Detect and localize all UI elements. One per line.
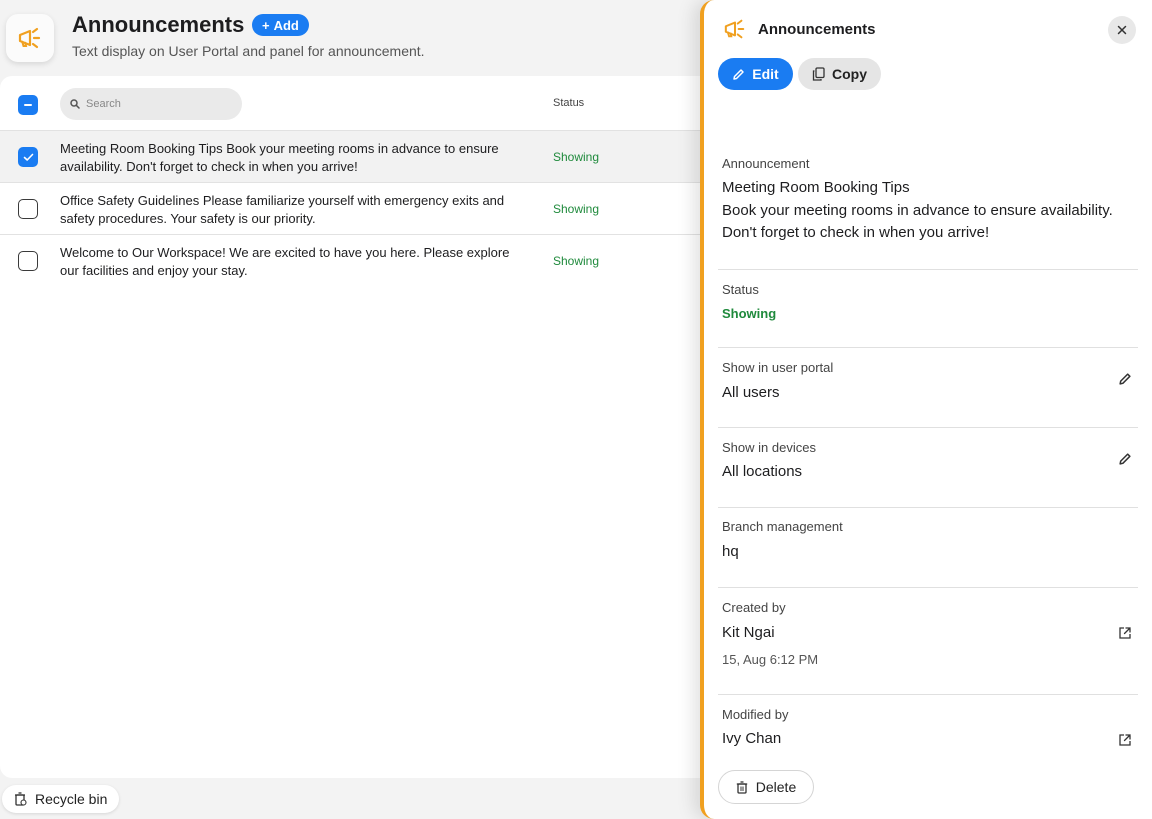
recycle-bin-button[interactable]: Recycle bin xyxy=(2,785,120,813)
recycle-bin-icon xyxy=(15,792,27,806)
copy-icon xyxy=(812,67,825,81)
table-row[interactable]: Welcome to Our Workspace! We are excited… xyxy=(0,235,720,287)
status-section: Status Showing xyxy=(718,270,1138,348)
pencil-icon xyxy=(1119,453,1131,465)
row-checkbox[interactable] xyxy=(18,199,38,219)
external-link-icon xyxy=(1119,627,1131,639)
check-icon xyxy=(23,153,33,161)
branch-value: hq xyxy=(722,543,739,560)
user-portal-section: Show in user portal All users xyxy=(718,348,1138,428)
search-input[interactable] xyxy=(86,98,226,110)
row-announcement-text: Meeting Room Booking Tips Book your meet… xyxy=(60,141,499,174)
page-subtitle: Text display on User Portal and panel fo… xyxy=(72,43,425,59)
plus-icon: + xyxy=(262,17,270,33)
announcement-section: Announcement Meeting Room Booking Tips B… xyxy=(718,140,1138,270)
edit-devices-button[interactable] xyxy=(1116,450,1134,468)
copy-button-label: Copy xyxy=(832,66,867,82)
created-by-value: Kit Ngai xyxy=(722,624,775,641)
status-label: Status xyxy=(722,282,759,297)
table-header: Status xyxy=(0,76,720,131)
close-icon xyxy=(1117,25,1127,35)
copy-button[interactable]: Copy xyxy=(798,58,881,90)
open-creator-link[interactable] xyxy=(1116,624,1134,642)
row-announcement-text: Office Safety Guidelines Please familiar… xyxy=(60,193,505,226)
created-timestamp: 15, Aug 6:12 PM xyxy=(722,652,819,667)
announcement-content: Meeting Room Booking Tips Book your meet… xyxy=(722,177,1138,245)
add-button-label: Add xyxy=(273,17,299,33)
created-by-label: Created by xyxy=(722,600,786,615)
edit-button[interactable]: Edit xyxy=(718,58,793,90)
pencil-icon xyxy=(1119,373,1131,385)
page-title: Announcements xyxy=(72,12,245,37)
devices-value: All locations xyxy=(722,463,803,480)
delete-button[interactable]: Delete xyxy=(718,770,814,804)
table-row[interactable]: Meeting Room Booking Tips Book your meet… xyxy=(0,131,720,183)
minus-icon xyxy=(24,104,32,106)
row-status: Showing xyxy=(553,202,600,216)
panel-title: Announcements xyxy=(758,21,876,38)
announcement-label: Announcement xyxy=(722,156,810,171)
branch-section: Branch management hq xyxy=(718,508,1138,588)
devices-label: Show in devices xyxy=(722,440,816,455)
edit-user-portal-button[interactable] xyxy=(1116,370,1134,388)
recycle-bin-label: Recycle bin xyxy=(35,791,108,807)
row-announcement-text: Welcome to Our Workspace! We are excited… xyxy=(60,245,510,278)
panel-icon xyxy=(722,18,748,45)
trash-icon xyxy=(736,780,747,794)
search-icon xyxy=(70,99,80,109)
status-column-header[interactable]: Status xyxy=(553,97,584,109)
modified-by-section: Modified by Ivy Chan xyxy=(718,695,1138,765)
created-by-section: Created by Kit Ngai 15, Aug 6:12 PM xyxy=(718,588,1138,695)
app-icon xyxy=(6,14,54,62)
row-status: Showing xyxy=(553,150,600,164)
modified-by-label: Modified by xyxy=(722,707,789,722)
modified-by-value: Ivy Chan xyxy=(722,730,782,747)
pencil-icon xyxy=(733,68,745,80)
row-status: Showing xyxy=(553,254,600,268)
user-portal-label: Show in user portal xyxy=(722,360,834,375)
table-row[interactable]: Office Safety Guidelines Please familiar… xyxy=(0,183,720,235)
delete-button-label: Delete xyxy=(755,779,797,795)
user-portal-value: All users xyxy=(722,384,780,401)
branch-label: Branch management xyxy=(722,519,843,534)
open-modifier-link[interactable] xyxy=(1116,731,1134,749)
megaphone-icon xyxy=(724,19,745,39)
row-checkbox[interactable] xyxy=(18,147,38,167)
close-button[interactable] xyxy=(1108,16,1136,44)
add-button[interactable]: + Add xyxy=(252,14,309,36)
edit-button-label: Edit xyxy=(752,66,779,82)
announcements-table: Status Meeting Room Booking Tips Book yo… xyxy=(0,76,720,778)
announcement-detail-panel: Announcements Edit Copy Announcement Mee… xyxy=(700,0,1152,819)
status-value: Showing xyxy=(722,306,777,321)
megaphone-icon xyxy=(18,27,41,49)
select-all-checkbox[interactable] xyxy=(18,95,38,115)
devices-section: Show in devices All locations xyxy=(718,428,1138,508)
announcement-body: Book your meeting rooms in advance to en… xyxy=(722,201,1113,242)
row-checkbox[interactable] xyxy=(18,251,38,271)
announcement-title: Meeting Room Booking Tips xyxy=(722,179,910,196)
external-link-icon xyxy=(1119,734,1131,746)
search-box[interactable] xyxy=(60,88,242,120)
